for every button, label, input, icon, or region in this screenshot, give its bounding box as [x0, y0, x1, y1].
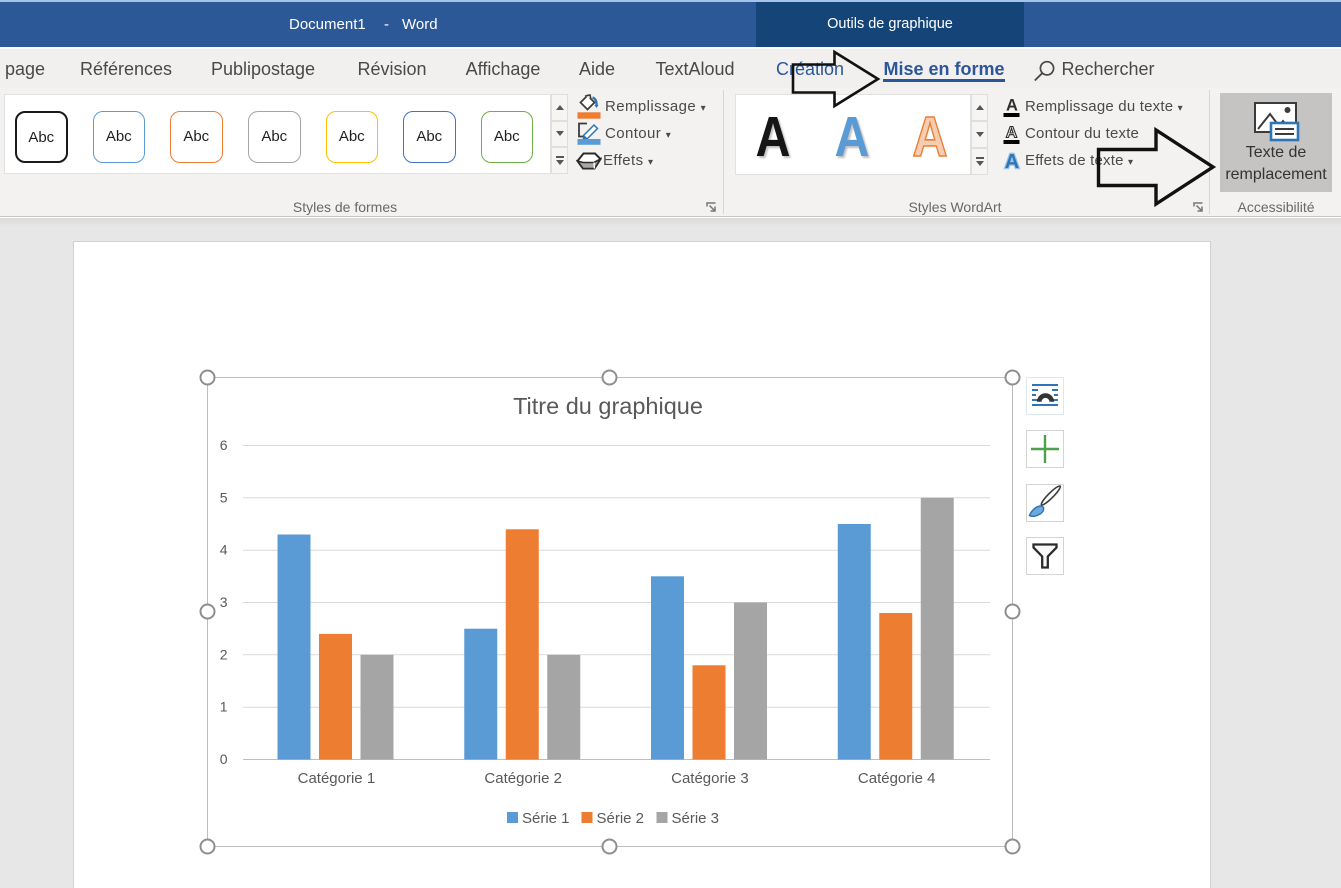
svg-text:Catégorie 2: Catégorie 2	[484, 770, 562, 787]
svg-text:Catégorie 1: Catégorie 1	[298, 770, 376, 787]
svg-text:Catégorie 3: Catégorie 3	[671, 770, 749, 787]
svg-text:4: 4	[220, 542, 228, 558]
svg-text:0: 0	[220, 751, 228, 767]
svg-text:6: 6	[220, 437, 228, 453]
svg-text:Série 2: Série 2	[597, 810, 645, 827]
svg-text:Titre du graphique: Titre du graphique	[513, 393, 703, 419]
svg-text:1: 1	[220, 699, 228, 715]
svg-text:3: 3	[220, 594, 228, 610]
svg-text:2: 2	[220, 646, 228, 662]
svg-text:Série 1: Série 1	[522, 810, 570, 827]
svg-text:Série 3: Série 3	[672, 810, 720, 827]
svg-text:Catégorie 4: Catégorie 4	[858, 770, 936, 787]
svg-text:5: 5	[220, 489, 228, 505]
